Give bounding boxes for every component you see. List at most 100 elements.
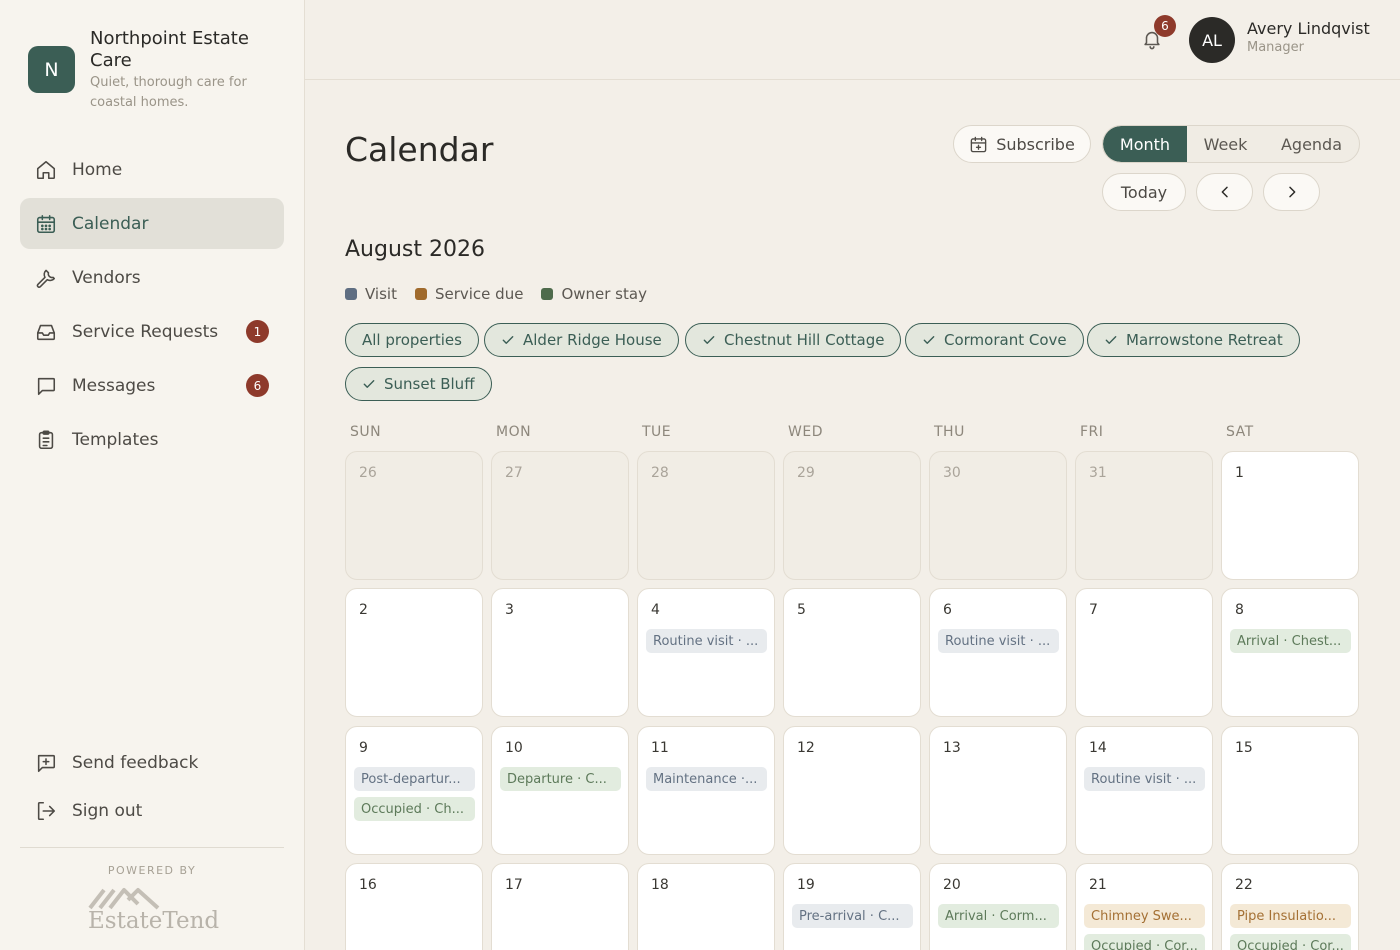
calendar-day[interactable]: 5: [783, 588, 921, 717]
filter-marrowstone-retreat[interactable]: Marrowstone Retreat: [1087, 323, 1300, 357]
view-switcher: Month Week Agenda: [1102, 125, 1360, 163]
filter-alder-ridge-house[interactable]: Alder Ridge House: [484, 323, 679, 357]
calendar-day[interactable]: 3: [491, 588, 629, 717]
filter-label: Alder Ridge House: [523, 331, 662, 349]
filter-chestnut-hill-cottage[interactable]: Chestnut Hill Cottage: [685, 323, 902, 357]
calendar-day[interactable]: 28: [637, 451, 775, 580]
calendar-event[interactable]: Maintenance ·...: [646, 767, 767, 791]
calendar-day[interactable]: 11 Maintenance ·...: [637, 726, 775, 855]
day-number: 21: [1089, 877, 1107, 893]
filter-label: Sunset Bluff: [384, 375, 475, 393]
sidebar-item-label: Messages: [72, 375, 156, 396]
calendar-day[interactable]: 19 Pre-arrival · C...: [783, 863, 921, 950]
calendar-day[interactable]: 12: [783, 726, 921, 855]
weekday-header: THU: [934, 424, 965, 440]
legend: Visit Service due Owner stay: [345, 285, 665, 303]
view-month[interactable]: Month: [1103, 126, 1187, 162]
sidebar-item-templates[interactable]: Templates: [20, 414, 284, 465]
calendar-day[interactable]: 30: [929, 451, 1067, 580]
notification-badge: 6: [1154, 15, 1176, 37]
calendar-day[interactable]: 26: [345, 451, 483, 580]
calendar-event[interactable]: Chimney Swe...: [1084, 904, 1205, 928]
next-month-button[interactable]: [1263, 173, 1320, 211]
today-button[interactable]: Today: [1102, 173, 1186, 211]
subscribe-button[interactable]: Subscribe: [953, 125, 1091, 163]
day-number: 18: [651, 877, 669, 893]
calendar-event[interactable]: Arrival · Corm...: [938, 904, 1059, 928]
weekday-header: MON: [496, 424, 532, 440]
calendar-day[interactable]: 8 Arrival · Chest...: [1221, 588, 1359, 717]
send-feedback-button[interactable]: Send feedback: [20, 740, 284, 785]
calendar-day[interactable]: 9 Post-departur... Occupied · Ch...: [345, 726, 483, 855]
legend-swatch: [541, 288, 554, 300]
calendar-day[interactable]: 1: [1221, 451, 1359, 580]
user-name: Avery Lindqvist: [1247, 19, 1370, 38]
filter-cormorant-cove[interactable]: Cormorant Cove: [905, 323, 1084, 357]
home-icon: [36, 160, 56, 179]
subscribe-label: Subscribe: [996, 134, 1075, 154]
calendar-event[interactable]: Arrival · Chest...: [1230, 629, 1351, 653]
calendar-day[interactable]: 27: [491, 451, 629, 580]
calendar-event[interactable]: Routine visit · ...: [646, 629, 767, 653]
sidebar-item-calendar[interactable]: Calendar: [20, 198, 284, 249]
calendar-day[interactable]: 10 Departure · C...: [491, 726, 629, 855]
legend-label: Owner stay: [561, 285, 647, 303]
view-agenda[interactable]: Agenda: [1264, 126, 1359, 162]
view-week[interactable]: Week: [1187, 126, 1264, 162]
previous-month-button[interactable]: [1196, 173, 1253, 211]
filter-label: Marrowstone Retreat: [1126, 331, 1283, 349]
calendar-event[interactable]: Post-departur...: [354, 767, 475, 791]
calendar-plus-icon: [970, 136, 987, 152]
legend-owner-stay: Owner stay: [541, 285, 647, 303]
calendar-day[interactable]: 20 Arrival · Corm...: [929, 863, 1067, 950]
filter-all-properties[interactable]: All properties: [345, 323, 479, 357]
day-number: 19: [797, 877, 815, 893]
day-number: 29: [797, 465, 815, 481]
calendar-day[interactable]: 7: [1075, 588, 1213, 717]
sidebar-item-messages[interactable]: Messages 6: [20, 360, 284, 411]
filter-sunset-bluff[interactable]: Sunset Bluff: [345, 367, 492, 401]
calendar-event[interactable]: Routine visit · ...: [938, 629, 1059, 653]
calendar-event[interactable]: Departure · C...: [500, 767, 621, 791]
filter-label: Cormorant Cove: [944, 331, 1067, 349]
calendar-day[interactable]: 29: [783, 451, 921, 580]
legend-visit: Visit: [345, 285, 397, 303]
sidebar-item-home[interactable]: Home: [20, 144, 284, 195]
brand-name: Northpoint Estate Care: [90, 28, 249, 71]
sign-out-label: Sign out: [72, 800, 143, 821]
brand: N Northpoint Estate Care Quiet, thorough…: [28, 28, 275, 113]
calendar-day[interactable]: 18: [637, 863, 775, 950]
calendar-day[interactable]: 14 Routine visit · ...: [1075, 726, 1213, 855]
day-number: 1: [1235, 465, 1244, 481]
calendar-day[interactable]: 15: [1221, 726, 1359, 855]
calendar-day[interactable]: 16: [345, 863, 483, 950]
filter-label: All properties: [362, 331, 462, 349]
calendar-day[interactable]: 2: [345, 588, 483, 717]
weekday-header: SAT: [1226, 424, 1254, 440]
sign-out-button[interactable]: Sign out: [20, 788, 284, 833]
calendar-day[interactable]: 13: [929, 726, 1067, 855]
day-number: 15: [1235, 740, 1253, 756]
send-feedback-label: Send feedback: [72, 752, 199, 773]
sidebar-item-service-requests[interactable]: Service Requests 1: [20, 306, 284, 357]
calendar-day[interactable]: 31: [1075, 451, 1213, 580]
day-number: 8: [1235, 602, 1244, 618]
calendar-day[interactable]: 6 Routine visit · ...: [929, 588, 1067, 717]
day-number: 11: [651, 740, 669, 756]
calendar-day[interactable]: 17: [491, 863, 629, 950]
sidebar-item-vendors[interactable]: Vendors: [20, 252, 284, 303]
calendar-day[interactable]: 22 Pipe Insulatio... Occupied · Cor...: [1221, 863, 1359, 950]
calendar-event[interactable]: Occupied · Cor...: [1230, 934, 1351, 950]
weekday-header: FRI: [1080, 424, 1104, 440]
weekday-header: TUE: [642, 424, 672, 440]
day-number: 20: [943, 877, 961, 893]
calendar-event[interactable]: Occupied · Cor...: [1084, 934, 1205, 950]
calendar-day[interactable]: 21 Chimney Swe... Occupied · Cor...: [1075, 863, 1213, 950]
calendar-day[interactable]: 4 Routine visit · ...: [637, 588, 775, 717]
avatar[interactable]: AL: [1189, 17, 1235, 63]
calendar-event[interactable]: Pipe Insulatio...: [1230, 904, 1351, 928]
brand-logo: N: [28, 46, 75, 93]
calendar-event[interactable]: Occupied · Ch...: [354, 797, 475, 821]
calendar-event[interactable]: Pre-arrival · C...: [792, 904, 913, 928]
calendar-event[interactable]: Routine visit · ...: [1084, 767, 1205, 791]
